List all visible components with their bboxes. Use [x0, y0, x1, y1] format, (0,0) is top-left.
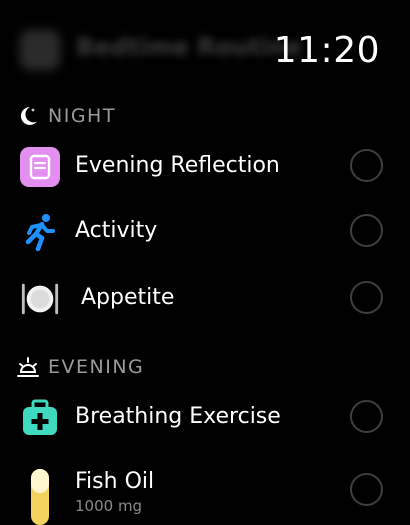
plate-utensils-icon	[20, 279, 60, 319]
checkbox[interactable]	[350, 214, 383, 247]
list-item-evening-reflection[interactable]: Evening Reflection	[0, 139, 410, 195]
item-label: Evening Reflection	[75, 153, 280, 178]
sunset-icon	[16, 355, 40, 379]
app-title: Bedtime Routine	[76, 33, 303, 61]
item-label: Activity	[75, 218, 158, 243]
list-item-breathing-exercise[interactable]: Breathing Exercise	[0, 390, 410, 446]
item-label: Breathing Exercise	[75, 404, 281, 429]
section-header-night: NIGHT	[16, 104, 116, 128]
section-header-evening: EVENING	[16, 355, 144, 379]
running-figure-icon	[20, 212, 60, 252]
item-label: Fish Oil	[75, 469, 155, 494]
checkbox[interactable]	[350, 400, 383, 433]
checkbox[interactable]	[350, 149, 383, 182]
moon-star-icon	[16, 104, 40, 128]
item-label: Appetite	[81, 285, 175, 310]
journal-icon	[20, 147, 60, 187]
section-title-evening: EVENING	[48, 356, 145, 378]
app-icon	[20, 30, 60, 70]
capsule-icon	[20, 463, 60, 525]
list-item-appetite[interactable]: Appetite	[0, 271, 410, 327]
checkbox[interactable]	[350, 281, 383, 314]
section-title-night: NIGHT	[48, 105, 116, 127]
list-item-activity[interactable]: Activity	[0, 204, 410, 260]
list-item-fish-oil[interactable]: Fish Oil 1000 mg	[0, 455, 410, 525]
first-aid-kit-icon	[20, 398, 60, 438]
item-sublabel: 1000 mg	[75, 497, 143, 515]
clock-time: 11:20	[273, 30, 380, 71]
checkbox[interactable]	[350, 473, 383, 506]
header: Bedtime Routine 11:20	[0, 0, 410, 100]
